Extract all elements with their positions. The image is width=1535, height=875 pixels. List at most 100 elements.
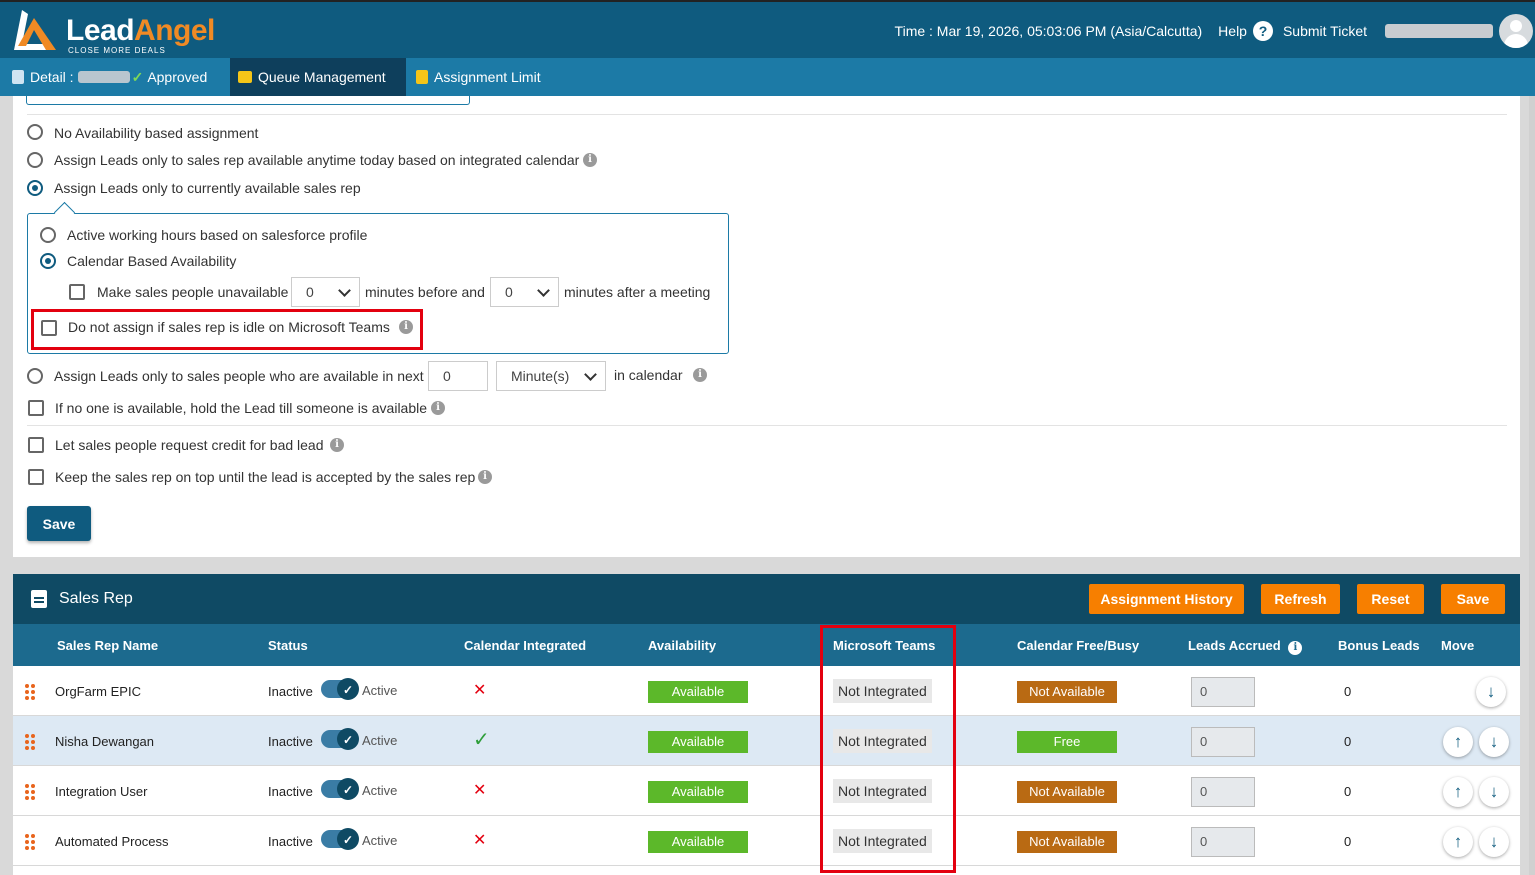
help-link[interactable]: Help: [1218, 23, 1247, 39]
arrow-up-icon[interactable]: ↑: [1443, 727, 1473, 757]
table-row[interactable]: Nisha Dewangan Inactive ✓ Active ✓ Avail…: [13, 716, 1520, 766]
logo-mark-icon: [14, 10, 56, 50]
status-toggle[interactable]: ✓: [321, 778, 359, 800]
header-right: Time : Mar 19, 2026, 05:03:06 PM (Asia/C…: [895, 2, 1535, 60]
radio-available-next[interactable]: [27, 368, 43, 384]
info-icon[interactable]: i: [399, 320, 413, 334]
active-label: Active: [362, 783, 398, 798]
checkbox-keep-top[interactable]: [28, 469, 44, 485]
bonus-leads: 0: [1344, 734, 1352, 749]
col-calendar-free-busy[interactable]: Calendar Free/Busy: [1017, 638, 1139, 653]
inactive-label: Inactive: [268, 784, 313, 799]
submit-ticket-link[interactable]: Submit Ticket: [1283, 23, 1367, 39]
help-icon[interactable]: ?: [1252, 21, 1273, 41]
col-status[interactable]: Status: [268, 638, 308, 653]
leads-accrued-input[interactable]: 0: [1191, 777, 1255, 807]
assignment-history-button[interactable]: Assignment History: [1089, 584, 1244, 614]
redacted-username[interactable]: [1385, 24, 1493, 38]
avatar[interactable]: [1499, 14, 1533, 48]
inactive-label: Inactive: [268, 834, 313, 849]
bonus-leads: 0: [1344, 784, 1352, 799]
table-row[interactable]: Automated Process Inactive ✓ Active ✕ Av…: [13, 816, 1520, 866]
minutes-after-value: 0: [505, 284, 513, 300]
redacted-detail-name: [77, 71, 130, 83]
sales-rep-name: OrgFarm EPIC: [55, 684, 141, 699]
minutes-before-select[interactable]: 0: [291, 277, 360, 307]
sales-rep-panel: Sales Rep Assignment History Refresh Res…: [13, 574, 1520, 875]
drag-handle-icon[interactable]: [25, 684, 35, 700]
x-icon: ✕: [473, 682, 487, 699]
col-move[interactable]: Move: [1441, 638, 1474, 653]
info-icon[interactable]: i: [583, 153, 597, 167]
logo-tagline: CLOSE MORE DEALS: [68, 46, 166, 55]
info-icon[interactable]: i: [478, 470, 492, 484]
info-icon[interactable]: i: [693, 368, 707, 382]
available-next-input[interactable]: 0: [428, 361, 488, 391]
minutes-after-select[interactable]: 0: [490, 277, 559, 307]
status-toggle[interactable]: ✓: [321, 828, 359, 850]
leadangel-logo[interactable]: LeadAngel CLOSE MORE DEALS: [8, 6, 238, 56]
table-row[interactable]: Integration User Inactive ✓ Active ✕ Ava…: [13, 766, 1520, 816]
logo-lead-text: Lead: [66, 14, 135, 47]
tab-detail-label: Detail :: [30, 69, 74, 85]
checkbox-teams-idle[interactable]: [41, 320, 57, 336]
sales-rep-header: Sales Rep Assignment History Refresh Res…: [13, 574, 1520, 624]
leads-accrued-input[interactable]: 0: [1191, 677, 1255, 707]
info-icon[interactable]: i: [330, 438, 344, 452]
availability-badge: Available: [648, 831, 748, 853]
time-unit-select[interactable]: Minute(s): [496, 361, 606, 391]
queue-icon: [238, 71, 252, 83]
leads-accrued-input[interactable]: 0: [1191, 827, 1255, 857]
checkbox-make-unavailable[interactable]: [69, 284, 85, 300]
label-minutes-before: minutes before and: [365, 284, 485, 300]
info-icon[interactable]: i: [1288, 641, 1303, 655]
radio-currently-available[interactable]: [27, 180, 43, 196]
info-icon[interactable]: i: [431, 401, 445, 415]
col-availability[interactable]: Availability: [648, 638, 716, 653]
arrow-down-icon[interactable]: ↓: [1476, 677, 1506, 707]
arrow-up-icon[interactable]: ↑: [1443, 827, 1473, 857]
radio-no-availability[interactable]: [27, 124, 43, 140]
availability-badge: Available: [648, 731, 748, 753]
col-bonus-leads[interactable]: Bonus Leads: [1338, 638, 1420, 653]
check-icon: ✓: [342, 683, 353, 697]
page-scrollbar[interactable]: [1529, 96, 1535, 875]
col-leads-accrued-label: Leads Accrued: [1188, 638, 1281, 653]
status-toggle[interactable]: ✓: [321, 728, 359, 750]
document-icon: [12, 70, 24, 84]
sales-rep-save-button[interactable]: Save: [1441, 584, 1505, 614]
checkbox-bad-lead[interactable]: [28, 437, 44, 453]
radio-anytime-today[interactable]: [27, 152, 43, 168]
previous-section-box: [26, 90, 470, 105]
col-calendar-integrated[interactable]: Calendar Integrated: [464, 638, 586, 653]
status-toggle[interactable]: ✓: [321, 678, 359, 700]
refresh-button[interactable]: Refresh: [1261, 584, 1340, 614]
col-sales-rep-name[interactable]: Sales Rep Name: [57, 638, 158, 653]
arrow-up-icon[interactable]: ↑: [1443, 777, 1473, 807]
checkbox-hold-lead[interactable]: [28, 400, 44, 416]
radio-calendar-availability[interactable]: [40, 253, 56, 269]
inactive-label: Inactive: [268, 684, 313, 699]
radio-active-hours[interactable]: [40, 227, 56, 243]
settings-save-button[interactable]: Save: [27, 506, 91, 541]
col-leads-accrued[interactable]: Leads Accrued i: [1188, 638, 1303, 655]
label-currently-available: Assign Leads only to currently available…: [54, 180, 361, 196]
x-icon: ✕: [473, 782, 487, 799]
arrow-down-icon[interactable]: ↓: [1479, 727, 1509, 757]
arrow-down-icon[interactable]: ↓: [1479, 777, 1509, 807]
microsoft-teams-highlight: [820, 625, 956, 873]
arrow-down-icon[interactable]: ↓: [1479, 827, 1509, 857]
label-teams-idle: Do not assign if sales rep is idle on Mi…: [68, 319, 390, 335]
label-no-availability: No Availability based assignment: [54, 125, 259, 141]
free-busy-badge: Not Available: [1017, 781, 1117, 803]
leads-accrued-input[interactable]: 0: [1191, 727, 1255, 757]
chevron-down-icon: [584, 367, 597, 381]
check-icon: ✓: [473, 729, 490, 751]
table-row[interactable]: OrgFarm EPIC Inactive ✓ Active ✕ Availab…: [13, 666, 1520, 716]
drag-handle-icon[interactable]: [25, 734, 35, 750]
tab-detail-status: Approved: [147, 69, 208, 85]
drag-handle-icon[interactable]: [25, 784, 35, 800]
reset-button[interactable]: Reset: [1357, 584, 1424, 614]
sales-rep-name: Automated Process: [55, 834, 169, 849]
drag-handle-icon[interactable]: [25, 834, 35, 850]
